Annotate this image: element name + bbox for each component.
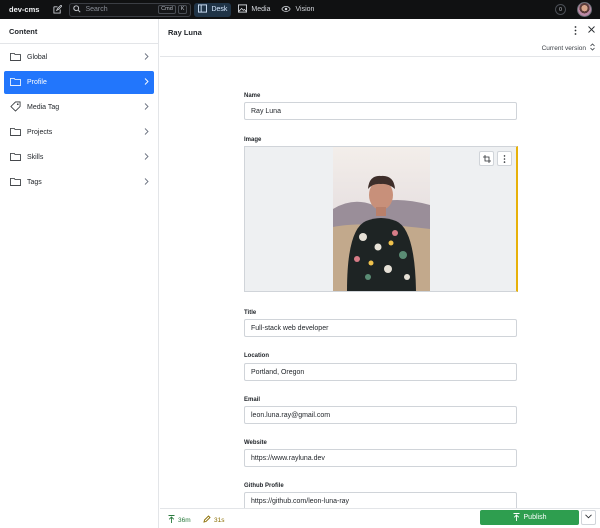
document-footer: 36m 31s Publish	[160, 508, 600, 528]
tool-media-label: Media	[251, 6, 271, 13]
sidebar-item-label: Projects	[27, 129, 53, 136]
media-icon	[238, 4, 248, 15]
profile-photo	[333, 147, 430, 291]
version-label: Current version	[541, 44, 586, 52]
user-avatar[interactable]	[577, 2, 592, 17]
chevron-right-icon	[144, 178, 149, 187]
tool-vision-label: Vision	[295, 6, 315, 13]
location-field[interactable]: Portland, Oregon	[244, 363, 517, 381]
sidebar-item-profile[interactable]: Profile	[4, 71, 154, 94]
publish-label: Publish	[523, 514, 547, 521]
publish-arrow-icon	[168, 515, 175, 525]
edited-ago: 31s	[214, 516, 225, 524]
top-navbar: dev-cms Search Cmd K Desk Media Vision 0	[0, 0, 600, 19]
location-label: Location	[244, 353, 269, 359]
folder-icon	[10, 127, 21, 138]
email-field[interactable]: leon.luna.ray@gmail.com	[244, 406, 517, 424]
kbd-k: K	[177, 5, 188, 14]
sidebar-item-tags[interactable]: Tags	[4, 171, 154, 194]
compose-icon[interactable]	[51, 4, 63, 16]
website-field[interactable]: https://www.rayluna.dev	[244, 449, 517, 467]
chevron-right-icon	[144, 53, 149, 62]
chevron-right-icon	[144, 128, 149, 137]
search-icon	[73, 4, 81, 15]
folder-icon	[10, 77, 21, 88]
sidebar-title: Content	[0, 19, 158, 44]
website-label: Website	[244, 440, 267, 446]
image-field[interactable]	[244, 146, 518, 292]
tag-icon	[10, 101, 21, 114]
more-vertical-icon[interactable]	[574, 26, 577, 37]
tool-desk-label: Desk	[211, 6, 228, 13]
chevron-right-icon	[144, 78, 149, 87]
tool-media[interactable]: Media	[234, 3, 274, 17]
workspace-name[interactable]: dev-cms	[9, 5, 39, 14]
document-pane: Ray Luna Current version Name Ray Luna I…	[160, 19, 600, 528]
sidebar-item-skills[interactable]: Skills	[4, 146, 154, 169]
notification-badge[interactable]: 0	[555, 4, 566, 15]
tool-vision[interactable]: Vision	[277, 3, 318, 17]
chevron-down-icon	[585, 514, 592, 521]
folder-icon	[10, 152, 21, 163]
publish-icon	[513, 512, 520, 523]
sidebar-item-label: Media Tag	[27, 104, 60, 111]
title-label: Title	[244, 310, 257, 316]
image-label: Image	[244, 137, 262, 143]
folder-icon	[10, 52, 21, 63]
sidebar-item-label: Global	[27, 54, 48, 61]
sidebar-item-label: Skills	[27, 154, 44, 161]
sidebar-item-projects[interactable]: Projects	[4, 121, 154, 144]
published-status[interactable]: 36m	[168, 515, 191, 525]
chevron-right-icon	[144, 103, 149, 112]
close-icon[interactable]	[588, 26, 595, 35]
chevron-right-icon	[144, 153, 149, 162]
document-title: Ray Luna	[168, 28, 202, 37]
tool-desk[interactable]: Desk	[194, 2, 232, 17]
edited-status[interactable]: 31s	[203, 515, 224, 525]
github-label: Github Profile	[244, 483, 284, 489]
eye-icon	[281, 5, 292, 15]
sidebar-item-global[interactable]: Global	[4, 46, 154, 69]
crop-icon[interactable]	[479, 151, 494, 166]
publish-button[interactable]: Publish	[480, 510, 579, 525]
image-toolbar	[476, 151, 512, 166]
folder-icon	[10, 177, 21, 188]
content-sidebar: Content Global Profile Media Tag Project…	[0, 19, 159, 528]
more-vertical-icon[interactable]	[497, 151, 512, 166]
email-label: Email	[244, 397, 261, 403]
search-placeholder: Search	[85, 6, 108, 13]
profile-form: Name Ray Luna Image Title Full-stack web…	[244, 57, 518, 510]
title-field[interactable]: Full-stack web developer	[244, 319, 517, 337]
published-ago: 36m	[178, 516, 191, 524]
kbd-cmd: Cmd	[158, 5, 176, 14]
publish-menu-button[interactable]	[581, 510, 596, 525]
sidebar-item-label: Tags	[27, 179, 42, 186]
sidebar-item-label: Profile	[27, 79, 47, 86]
chevron-up-down-icon	[590, 43, 595, 53]
version-select[interactable]: Current version	[542, 43, 595, 53]
name-field[interactable]: Ray Luna	[244, 102, 517, 120]
desk-icon	[198, 4, 208, 15]
sidebar-item-media-tag[interactable]: Media Tag	[4, 96, 154, 119]
name-label: Name	[244, 93, 261, 99]
search-input[interactable]: Search Cmd K	[69, 2, 192, 17]
pencil-icon	[203, 515, 211, 525]
topbar-right: 0	[555, 2, 592, 17]
